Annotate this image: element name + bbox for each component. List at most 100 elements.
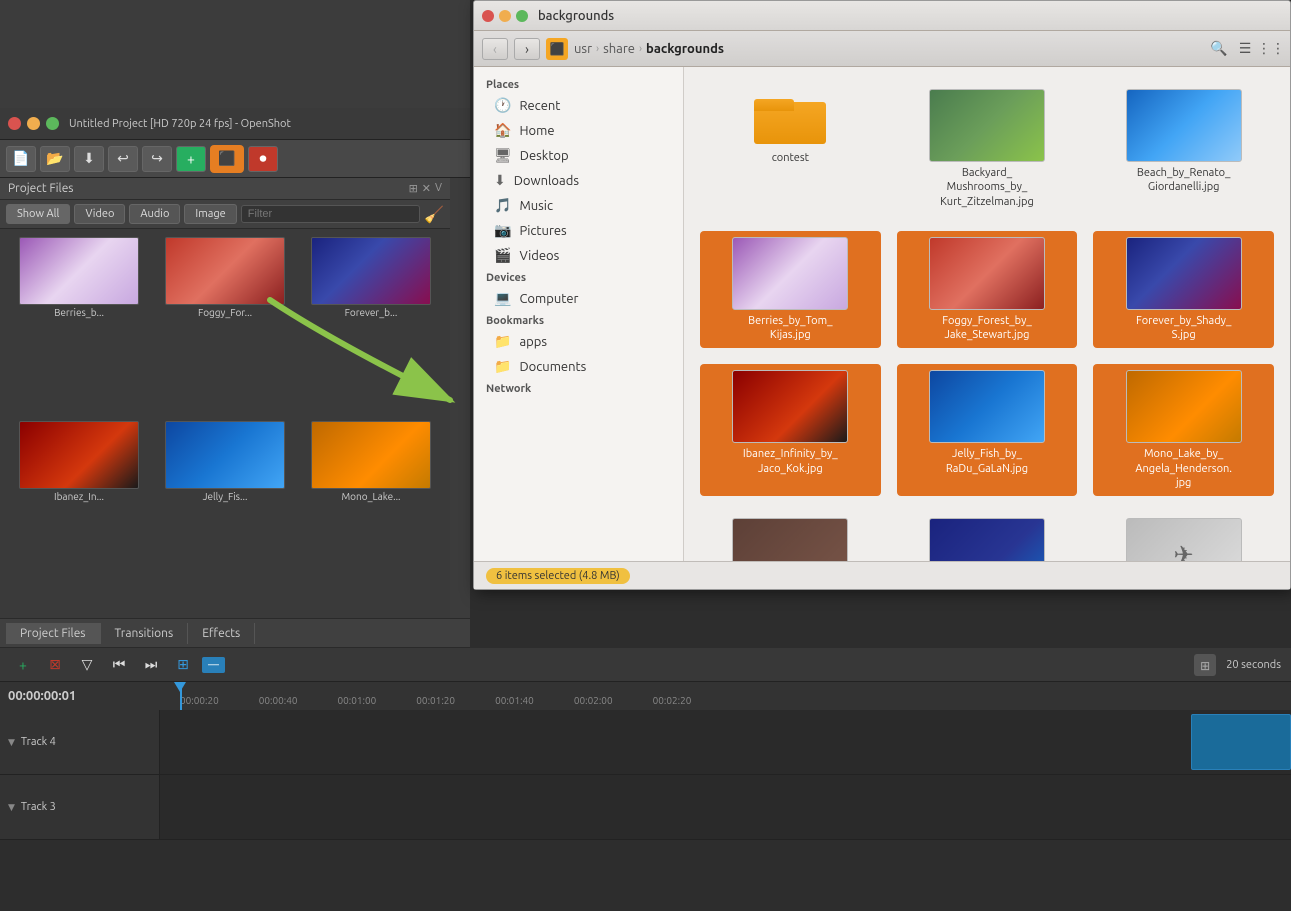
new-btn[interactable]: 📄 bbox=[6, 146, 36, 172]
fm-filename-mushrooms: Backyard_Mushrooms_by_Kurt_Zitzelman.jpg bbox=[940, 166, 1034, 209]
tl-prev-marker[interactable]: ⏮ bbox=[106, 654, 132, 676]
fm-bc-share[interactable]: share bbox=[603, 42, 635, 56]
track-4-label[interactable]: Track 4 bbox=[0, 710, 160, 774]
sidebar-item-downloads[interactable]: ⬇ Downloads bbox=[474, 168, 683, 193]
tl-remove-track[interactable]: ⊠ bbox=[42, 654, 68, 676]
playhead[interactable] bbox=[180, 682, 182, 710]
fm-forward-button[interactable]: › bbox=[514, 38, 540, 60]
filter-input[interactable] bbox=[241, 205, 420, 223]
close-button[interactable] bbox=[8, 117, 21, 130]
sidebar-item-videos[interactable]: 🎬 Videos bbox=[474, 243, 683, 268]
pf-grid: Berries_b... Foggy_For... Forever_b... I… bbox=[0, 229, 450, 609]
sidebar-item-music[interactable]: 🎵 Music bbox=[474, 193, 683, 218]
pf-label-forever: Forever_b... bbox=[345, 307, 398, 318]
tab-video[interactable]: Video bbox=[74, 204, 125, 224]
ruler-mark-5: 00:01:40 bbox=[475, 695, 554, 706]
tab-audio[interactable]: Audio bbox=[129, 204, 180, 224]
fm-back-button[interactable]: ‹ bbox=[482, 38, 508, 60]
fm-file-mono[interactable]: Mono_Lake_by_Angela_Henderson.jpg bbox=[1093, 364, 1274, 496]
sidebar-item-computer[interactable]: 💻 Computer bbox=[474, 286, 683, 311]
filter-clear-icon[interactable]: 🧹 bbox=[424, 205, 444, 224]
fm-file-foggy[interactable]: Foggy_Forest_by_Jake_Stewart.jpg bbox=[897, 231, 1078, 349]
openshot-titlebar: Untitled Project [HD 720p 24 fps] - Open… bbox=[0, 108, 470, 140]
fm-filename-jelly: Jelly_Fish_by_RaDu_GaLaN.jpg bbox=[946, 447, 1028, 476]
save-btn[interactable]: ⬇ bbox=[74, 146, 104, 172]
tl-add-track[interactable]: + bbox=[10, 654, 36, 676]
tl-next-marker[interactable]: ⏭ bbox=[138, 654, 164, 676]
sidebar-item-desktop[interactable]: 🖥 Desktop bbox=[474, 143, 683, 168]
tl-duration: 20 seconds bbox=[1226, 659, 1281, 671]
tl-add-marker[interactable]: ⊞ bbox=[170, 654, 196, 676]
openshot-toolbar: 📄 📂 ⬇ ↩ ↪ + ⬛ ⏺ bbox=[0, 140, 470, 178]
tab-image[interactable]: Image bbox=[184, 204, 236, 224]
fm-thumb-jelly bbox=[929, 370, 1045, 443]
fm-bc-current[interactable]: backgrounds bbox=[646, 42, 724, 56]
fm-file-beach[interactable]: Beach_by_Renato_Giordanelli.jpg bbox=[1093, 83, 1274, 215]
fm-file-jelly[interactable]: Jelly_Fish_by_RaDu_GaLaN.jpg bbox=[897, 364, 1078, 496]
pf-icon-2: ✕ bbox=[422, 182, 431, 195]
tl-filter[interactable]: ▽ bbox=[74, 654, 100, 676]
fm-filename-beach: Beach_by_Renato_Giordanelli.jpg bbox=[1137, 166, 1231, 195]
minimize-button[interactable] bbox=[27, 117, 40, 130]
pf-item-jelly[interactable]: Jelly_Fis... bbox=[154, 421, 296, 601]
sidebar-item-home[interactable]: 🏠 Home bbox=[474, 118, 683, 143]
pf-item-berries[interactable]: Berries_b... bbox=[8, 237, 150, 417]
pf-item-mono[interactable]: Mono_Lake... bbox=[300, 421, 442, 601]
add-btn[interactable]: + bbox=[176, 146, 206, 172]
fm-file-berries[interactable]: Berries_by_Tom_Kijas.jpg bbox=[700, 231, 881, 349]
sidebar-item-pictures[interactable]: 📷 Pictures bbox=[474, 218, 683, 243]
pf-icon-3: V bbox=[435, 182, 442, 195]
tab-effects[interactable]: Effects bbox=[188, 623, 255, 644]
track-4-clip[interactable] bbox=[1191, 714, 1291, 770]
ruler-mark-4: 00:01:20 bbox=[396, 695, 475, 706]
preview-btn[interactable]: ⬛ bbox=[210, 145, 244, 173]
redo-btn[interactable]: ↪ bbox=[142, 146, 172, 172]
network-header: Network bbox=[474, 379, 683, 397]
fm-search-icon[interactable]: 🔍 bbox=[1208, 38, 1230, 60]
track-4-content[interactable] bbox=[160, 710, 1291, 774]
track-3-label[interactable]: Track 3 bbox=[0, 775, 160, 839]
fm-file-contest[interactable]: contest bbox=[700, 83, 881, 215]
tab-show-all[interactable]: Show All bbox=[6, 204, 70, 224]
fm-filename-forever: Forever_by_Shady_S.jpg bbox=[1136, 314, 1231, 343]
fm-file-last[interactable]: ✈ bbox=[1093, 512, 1274, 561]
pf-item-foggy[interactable]: Foggy_For... bbox=[154, 237, 296, 417]
open-btn[interactable]: 📂 bbox=[40, 146, 70, 172]
track-3-content[interactable] bbox=[160, 775, 1291, 839]
fm-folder-thumb bbox=[754, 89, 826, 147]
record-btn[interactable]: ⏺ bbox=[248, 146, 278, 172]
fm-filename-mono: Mono_Lake_by_Angela_Henderson.jpg bbox=[1135, 447, 1232, 490]
track-4: Track 4 bbox=[0, 710, 1291, 775]
maximize-button[interactable] bbox=[46, 117, 59, 130]
fm-minimize-button[interactable] bbox=[499, 10, 511, 22]
tab-transitions[interactable]: Transitions bbox=[101, 623, 189, 644]
sidebar-item-apps[interactable]: 📁 apps bbox=[474, 329, 683, 354]
ruler-mark-6: 00:02:00 bbox=[554, 695, 633, 706]
undo-btn[interactable]: ↩ bbox=[108, 146, 138, 172]
sidebar-item-documents[interactable]: 📁 Documents bbox=[474, 354, 683, 379]
sidebar-item-recent[interactable]: 🕐 Recent bbox=[474, 93, 683, 118]
fm-menu-icon[interactable]: ☰ bbox=[1234, 38, 1256, 60]
fm-bc-sep1: › bbox=[596, 43, 599, 55]
apps-icon: 📁 bbox=[494, 333, 511, 350]
tl-minus-btn[interactable]: — bbox=[202, 657, 225, 673]
fm-maximize-button[interactable] bbox=[516, 10, 528, 22]
devices-header: Devices bbox=[474, 268, 683, 286]
pf-item-forever[interactable]: Forever_b... bbox=[300, 237, 442, 417]
fm-file-forever[interactable]: Forever_by_Shady_S.jpg bbox=[1093, 231, 1274, 349]
fm-file-partitura[interactable]: Partitura_by_... bbox=[700, 512, 881, 561]
sidebar-label-downloads: Downloads bbox=[514, 174, 579, 188]
tab-project-files[interactable]: Project Files bbox=[6, 623, 101, 644]
fm-file-reflections[interactable]: Reflections_b... bbox=[897, 512, 1078, 561]
pf-thumb-foggy bbox=[165, 237, 285, 305]
fm-close-button[interactable] bbox=[482, 10, 494, 22]
fm-bc-usr[interactable]: usr bbox=[574, 42, 592, 56]
fm-filename-berries: Berries_by_Tom_Kijas.jpg bbox=[748, 314, 832, 343]
fm-thumb-ibanez bbox=[732, 370, 848, 443]
pf-item-ibanez[interactable]: Ibanez_In... bbox=[8, 421, 150, 601]
fm-file-ibanez[interactable]: Ibanez_Infinity_by_Jaco_Kok.jpg bbox=[700, 364, 881, 496]
fm-nav-right: 🔍 ☰ ⋮⋮ bbox=[1208, 38, 1282, 60]
fm-thumb-partitura bbox=[732, 518, 848, 561]
fm-file-mushrooms[interactable]: Backyard_Mushrooms_by_Kurt_Zitzelman.jpg bbox=[897, 83, 1078, 215]
fm-grid-icon[interactable]: ⋮⋮ bbox=[1260, 38, 1282, 60]
